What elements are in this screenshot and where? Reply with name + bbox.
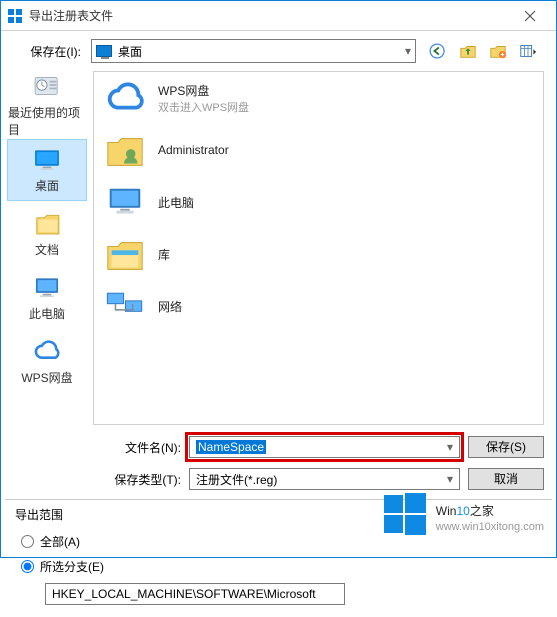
file-name: 库 xyxy=(158,246,170,263)
sidebar-item-label: 此电脑 xyxy=(29,305,65,322)
file-name: WPS网盘 xyxy=(158,82,249,99)
file-name: 此电脑 xyxy=(158,194,194,211)
file-item[interactable]: Administrator xyxy=(94,124,543,176)
sidebar-item-recent[interactable]: 最近使用的项目 xyxy=(7,75,87,137)
places-sidebar: 最近使用的项目 桌面 文档 此电脑 xyxy=(1,71,93,431)
file-subtitle: 双击进入WPS网盘 xyxy=(158,99,249,115)
chevron-down-icon: ▾ xyxy=(405,44,411,58)
watermark: Win10之家 www.win10xitong.com xyxy=(382,491,544,537)
save-button[interactable]: 保存(S) xyxy=(468,436,544,458)
back-button[interactable] xyxy=(428,41,448,61)
libraries-icon xyxy=(104,233,146,275)
title-bar: 导出注册表文件 xyxy=(1,1,556,31)
branch-path-row xyxy=(15,579,542,611)
file-info: 此电脑 xyxy=(158,194,194,211)
toolbar-icons xyxy=(422,41,544,61)
sidebar-item-label: 文档 xyxy=(35,241,59,258)
filename-value: NameSpace xyxy=(196,440,266,454)
user-folder-icon xyxy=(104,129,146,171)
file-info: Administrator xyxy=(158,143,229,157)
watermark-text: Win10之家 www.win10xitong.com xyxy=(436,495,544,533)
file-list-pane[interactable]: WPS网盘 双击进入WPS网盘 Administrator 此电脑 xyxy=(93,71,544,425)
network-icon xyxy=(104,285,146,327)
file-item[interactable]: 此电脑 xyxy=(94,176,543,228)
filename-label: 文件名(N): xyxy=(13,439,181,456)
filetype-combo[interactable]: 注册文件(*.reg) ▾ xyxy=(189,468,460,490)
up-level-button[interactable] xyxy=(458,41,478,61)
file-info: 库 xyxy=(158,246,170,263)
file-item[interactable]: 网络 xyxy=(94,280,543,332)
filename-input[interactable]: NameSpace ▾ xyxy=(189,436,460,458)
windows-logo-icon xyxy=(382,491,428,537)
brand-a: Win xyxy=(436,504,457,518)
save-in-row: 保存在(I): 桌面 ▾ xyxy=(1,31,556,71)
cancel-button[interactable]: 取消 xyxy=(468,468,544,490)
body-area: 最近使用的项目 桌面 文档 此电脑 xyxy=(1,71,556,431)
cloud-icon xyxy=(104,77,146,119)
radio-input[interactable] xyxy=(21,560,34,573)
view-menu-button[interactable] xyxy=(518,41,538,61)
sidebar-item-documents[interactable]: 文档 xyxy=(7,203,87,265)
file-info: WPS网盘 双击进入WPS网盘 xyxy=(158,82,249,115)
radio-label: 所选分支(E) xyxy=(40,558,104,575)
app-icon xyxy=(7,8,23,24)
file-info: 网络 xyxy=(158,298,182,315)
sidebar-item-thispc[interactable]: 此电脑 xyxy=(7,267,87,329)
brand-b: 10 xyxy=(456,504,469,518)
file-item[interactable]: WPS网盘 双击进入WPS网盘 xyxy=(94,72,543,124)
file-name: Administrator xyxy=(158,143,229,157)
new-folder-button[interactable] xyxy=(488,41,508,61)
radio-label: 全部(A) xyxy=(40,533,80,550)
cloud-icon xyxy=(30,339,64,367)
file-item[interactable]: 库 xyxy=(94,228,543,280)
sidebar-item-label: WPS网盘 xyxy=(21,369,72,386)
sidebar-item-label: 桌面 xyxy=(35,177,59,194)
window-title: 导出注册表文件 xyxy=(29,7,510,24)
computer-icon xyxy=(30,275,64,303)
chevron-down-icon: ▾ xyxy=(447,472,453,486)
sidebar-item-wps[interactable]: WPS网盘 xyxy=(7,331,87,393)
chevron-down-icon: ▾ xyxy=(447,440,453,454)
brand-c: 之家 xyxy=(470,504,494,518)
computer-icon xyxy=(104,181,146,223)
filetype-label: 保存类型(T): xyxy=(13,471,181,488)
filetype-value: 注册文件(*.reg) xyxy=(196,471,277,488)
desktop-icon xyxy=(96,45,112,57)
save-in-value: 桌面 xyxy=(118,43,142,60)
radio-input[interactable] xyxy=(21,535,34,548)
sidebar-item-label: 最近使用的项目 xyxy=(8,104,86,138)
desktop-icon xyxy=(30,147,64,175)
close-button[interactable] xyxy=(510,2,550,30)
sidebar-item-desktop[interactable]: 桌面 xyxy=(7,139,87,201)
save-in-label: 保存在(I): xyxy=(13,43,85,60)
recent-icon xyxy=(30,74,64,101)
file-name: 网络 xyxy=(158,298,182,315)
filename-row: 文件名(N): NameSpace ▾ 保存(S) xyxy=(1,431,556,463)
documents-icon xyxy=(30,211,64,239)
branch-path-input[interactable] xyxy=(45,583,345,605)
brand-site: www.win10xitong.com xyxy=(436,521,544,533)
save-in-combo[interactable]: 桌面 ▾ xyxy=(91,39,416,63)
dialog-window: 导出注册表文件 保存在(I): 桌面 ▾ xyxy=(0,0,557,558)
